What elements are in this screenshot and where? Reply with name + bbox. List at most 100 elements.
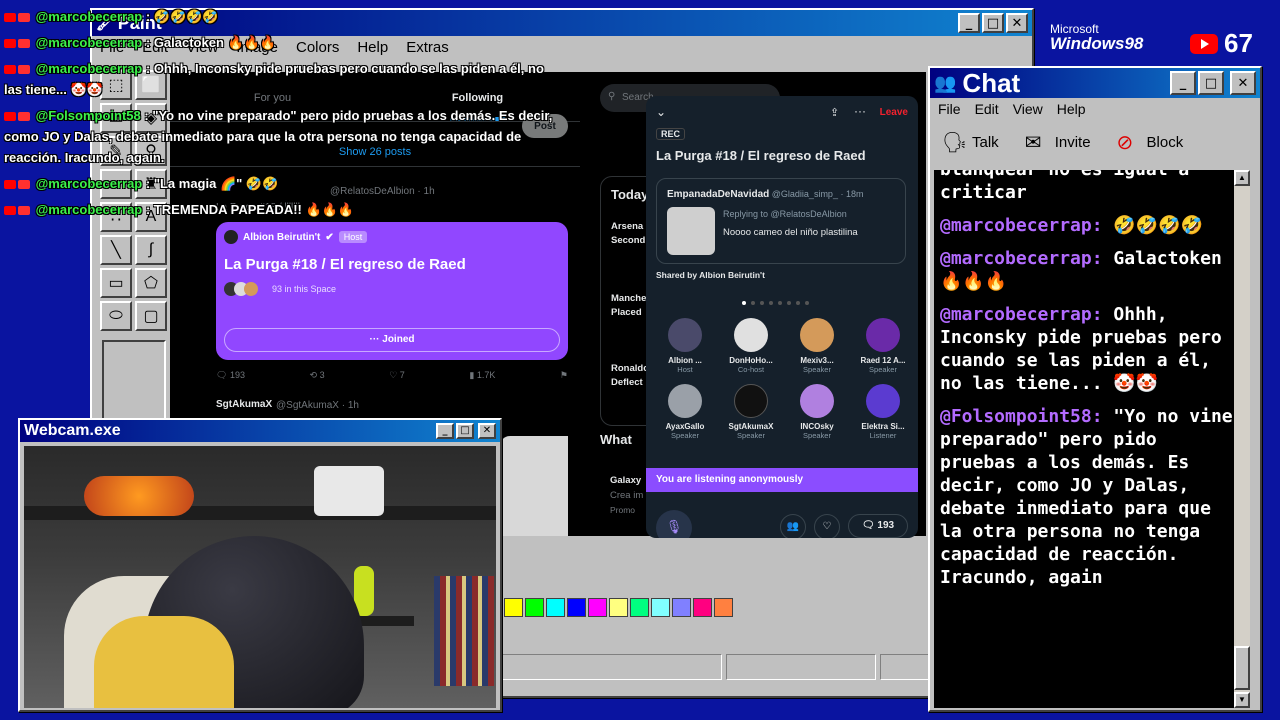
overlay-message: @Folsompoint58 : "Yo no vine preparado" … <box>4 105 564 168</box>
chat-log[interactable]: blanquear no es igual a criticar @marcob… <box>934 170 1250 708</box>
repost-count[interactable]: ⟲ 3 <box>310 370 325 381</box>
pager-dot[interactable] <box>796 301 800 305</box>
ellipse-icon[interactable]: ⬭ <box>100 301 132 331</box>
reply-username: EmpanadaDeNavidad <box>667 189 770 200</box>
pager-dot[interactable] <box>760 301 764 305</box>
share-icon[interactable]: ⇪ <box>830 106 839 119</box>
color-swatch[interactable] <box>588 598 607 617</box>
avatar <box>734 318 768 352</box>
space-card[interactable]: Albion Beirutin't ✔ Host La Purga #18 / … <box>216 222 568 360</box>
minimize-button[interactable]: _ <box>436 423 454 439</box>
trend-item[interactable]: Manche <box>611 293 646 304</box>
close-button[interactable]: ✕ <box>478 423 496 439</box>
trend-item[interactable]: Deflect <box>611 377 643 388</box>
trend-item[interactable]: Placed <box>611 307 642 318</box>
color-swatch[interactable] <box>672 598 691 617</box>
pinned-reply-card[interactable]: EmpanadaDeNavidad @Gladiia_simp_ · 18m R… <box>656 178 906 264</box>
avatar <box>866 318 900 352</box>
overlay-text: : "La magia 🌈" 🤣🤣 <box>145 176 279 191</box>
pager-dot[interactable] <box>751 301 755 305</box>
color-swatch[interactable] <box>546 598 565 617</box>
color-swatch[interactable] <box>609 598 628 617</box>
menu-file[interactable]: File <box>938 101 961 117</box>
pager-dot[interactable] <box>805 301 809 305</box>
comments-button[interactable]: 🗨 193 <box>848 514 908 538</box>
chat-scrollbar[interactable]: ▲ ▼ <box>1234 170 1250 708</box>
heart-plus-icon[interactable]: ♡ <box>814 514 840 538</box>
trend-item[interactable]: Ronaldo <box>611 363 649 374</box>
youtube-icon <box>18 112 30 122</box>
line-icon[interactable]: ╲ <box>100 235 132 265</box>
chat-titlebar[interactable]: 👥 Chat _ □ ✕ <box>930 68 1260 98</box>
invite-icon: ✉ <box>1024 132 1042 154</box>
participant[interactable]: Albion ... Host <box>652 318 718 374</box>
participant[interactable]: Raed 12 A... Speaker <box>850 318 916 374</box>
chevron-down-icon[interactable]: ⌄ <box>656 105 666 119</box>
scroll-down-icon[interactable]: ▼ <box>1234 692 1250 708</box>
curve-icon[interactable]: ∫ <box>135 235 167 265</box>
scroll-thumb[interactable] <box>1234 646 1250 690</box>
chat-text: 🤣🤣🤣🤣 <box>1113 215 1204 236</box>
rounded-rect-icon[interactable]: ▢ <box>135 301 167 331</box>
microphone-icon[interactable]: 🎙 <box>656 510 692 538</box>
close-button[interactable]: ✕ <box>1230 71 1256 95</box>
pager-dot[interactable] <box>769 301 773 305</box>
maximize-button[interactable]: □ <box>1198 71 1224 95</box>
close-button[interactable]: ✕ <box>1006 13 1028 33</box>
joined-button[interactable]: ··· Joined <box>224 328 560 352</box>
block-button[interactable]: ⊘ Block <box>1117 130 1184 154</box>
participant[interactable]: INCOsky Speaker <box>784 384 850 440</box>
participant-role: Host <box>677 365 693 374</box>
menu-help[interactable]: Help <box>1057 101 1086 117</box>
bookmark-icon[interactable]: ⚑ <box>560 370 568 381</box>
trend-item[interactable]: Arsena <box>611 221 643 232</box>
participant[interactable]: Elektra Si... Listener <box>850 384 916 440</box>
trend-item[interactable]: Second <box>611 235 645 246</box>
minimize-button[interactable]: _ <box>958 13 980 33</box>
menu-edit[interactable]: Edit <box>975 101 999 117</box>
tweet2-name[interactable]: SgtAkumaX <box>216 399 272 410</box>
leave-button[interactable]: Leave <box>880 107 908 118</box>
space-sheet-title: La Purga #18 / El regreso de Raed <box>656 148 866 163</box>
pager-dot[interactable] <box>787 301 791 305</box>
people-icon[interactable]: 👥 <box>780 514 806 538</box>
color-swatch[interactable] <box>504 598 523 617</box>
menu-view[interactable]: View <box>1013 101 1043 117</box>
reply-count[interactable]: 🗨 193 <box>216 370 245 381</box>
tweet-image[interactable] <box>500 436 568 536</box>
talk-button[interactable]: 🗣 Talk <box>942 130 999 154</box>
polygon-icon[interactable]: ⬠ <box>135 268 167 298</box>
color-swatch[interactable] <box>651 598 670 617</box>
like-count[interactable]: ♡ 7 <box>389 370 405 381</box>
minimize-button[interactable]: _ <box>1170 71 1196 95</box>
participant[interactable]: Mexiv3... Speaker <box>784 318 850 374</box>
participant-role: Speaker <box>803 431 831 440</box>
overlay-text: : 🤣🤣🤣🤣 <box>145 9 219 24</box>
color-swatch[interactable] <box>525 598 544 617</box>
promo-title[interactable]: Galaxy <box>610 475 641 486</box>
scroll-up-icon[interactable]: ▲ <box>1234 170 1250 186</box>
overlay-username: @marcobecerrap <box>35 61 143 76</box>
tweet2-handle[interactable]: @SgtAkumaX · 1h <box>276 400 359 411</box>
invite-button[interactable]: ✉ Invite <box>1025 130 1091 154</box>
pager-dot[interactable] <box>778 301 782 305</box>
talk-label: Talk <box>972 133 999 151</box>
maximize-button[interactable]: □ <box>456 423 474 439</box>
participant-name: INCOsky <box>800 422 834 431</box>
participant[interactable]: DonHoHo... Co-host <box>718 318 784 374</box>
more-icon[interactable]: ··· <box>854 104 866 118</box>
participant[interactable]: SgtAkumaX Speaker <box>718 384 784 440</box>
pager-dot[interactable] <box>742 301 746 305</box>
participant[interactable]: AyaxGallo Speaker <box>652 384 718 440</box>
color-swatch[interactable] <box>630 598 649 617</box>
maximize-button[interactable]: □ <box>982 13 1004 33</box>
color-swatch[interactable] <box>714 598 733 617</box>
color-swatch[interactable] <box>567 598 586 617</box>
youtube-icon <box>4 112 16 122</box>
webcam-titlebar[interactable]: Webcam.exe _ □ ✕ <box>20 420 500 442</box>
youtube-icon <box>18 206 30 216</box>
views-count[interactable]: ▮ 1.7K <box>469 370 495 381</box>
color-swatch[interactable] <box>693 598 712 617</box>
participant-role: Speaker <box>869 365 897 374</box>
rectangle-icon[interactable]: ▭ <box>100 268 132 298</box>
